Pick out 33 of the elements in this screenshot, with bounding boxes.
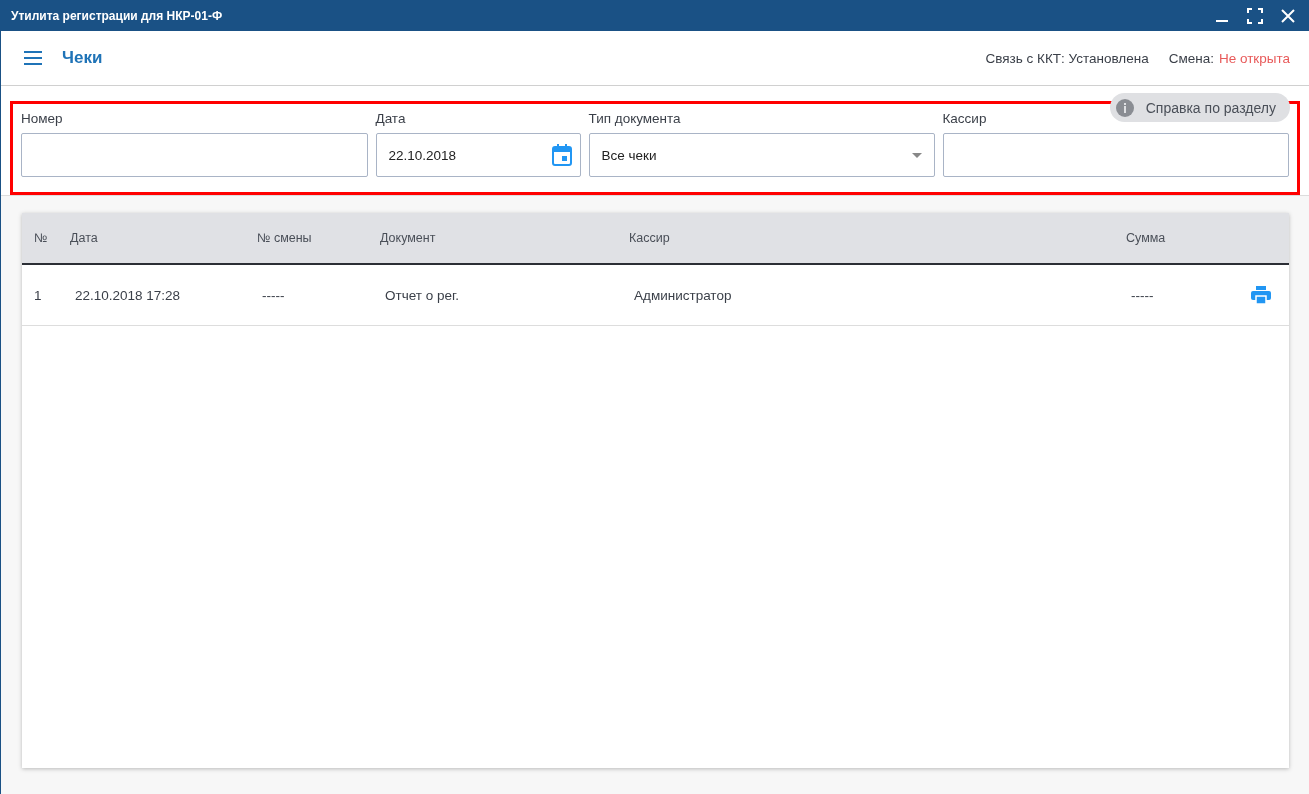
column-header: № bbox=[33, 231, 49, 245]
info-icon bbox=[1115, 98, 1134, 117]
column-header: № смены bbox=[257, 231, 313, 245]
window-title: Утилита регистрации для НКР-01-Ф bbox=[11, 8, 224, 23]
help-button[interactable]: Справка по разделу bbox=[1109, 93, 1290, 122]
table-cell-text: Отчет о рег. bbox=[384, 287, 460, 303]
dropdown-caret-icon bbox=[911, 152, 922, 158]
shift-label: Смена: bbox=[1168, 50, 1214, 66]
column-header: Сумма bbox=[1126, 231, 1167, 245]
table-cell-text: 22.10.2018 17:28 bbox=[74, 287, 182, 303]
field-label: Кассир bbox=[942, 110, 987, 128]
input-field[interactable] bbox=[942, 133, 1289, 177]
shift-status: Не открыта bbox=[1218, 50, 1290, 66]
maximize-icon[interactable] bbox=[1247, 7, 1263, 24]
print-icon[interactable] bbox=[1251, 286, 1271, 304]
table-cell-text: ----- bbox=[261, 287, 286, 303]
table-cell-text: 1 bbox=[33, 287, 43, 303]
field-label: Номер bbox=[21, 110, 63, 128]
date-field[interactable]: 22.10.2018 bbox=[375, 133, 581, 177]
input-field[interactable] bbox=[21, 133, 368, 177]
column-header: Документ bbox=[380, 231, 437, 245]
table-cell-text: Администратор bbox=[633, 287, 733, 303]
page-title: Чеки bbox=[62, 48, 103, 68]
field-label: Тип документа bbox=[588, 110, 681, 128]
calendar-icon[interactable] bbox=[551, 144, 572, 166]
document-type-dropdown[interactable]: Все чеки bbox=[588, 133, 935, 177]
table-cell-text: ----- bbox=[1130, 287, 1155, 303]
close-icon[interactable] bbox=[1281, 8, 1295, 23]
column-header: Кассир bbox=[629, 231, 671, 245]
menu-icon[interactable] bbox=[24, 51, 42, 65]
column-header: Дата bbox=[70, 231, 99, 245]
connection-status: Связь с ККТ: Установлена bbox=[985, 50, 1149, 66]
field-label: Дата bbox=[375, 110, 406, 128]
